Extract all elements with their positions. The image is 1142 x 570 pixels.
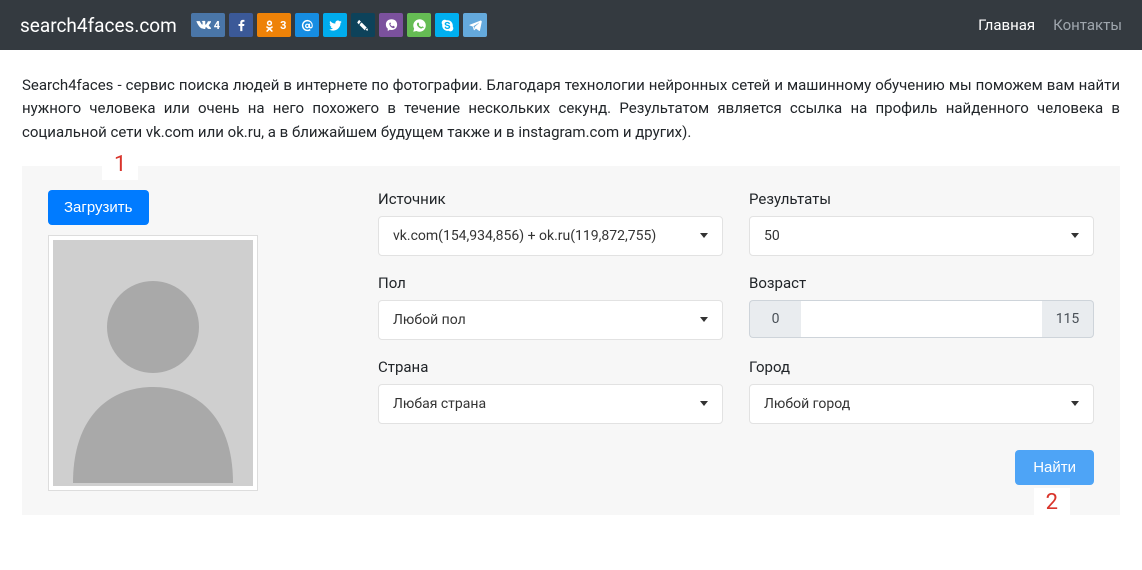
country-value: Любая страна bbox=[393, 396, 486, 412]
country-label: Страна bbox=[378, 358, 723, 376]
brand-logo[interactable]: search4faces.com bbox=[20, 14, 177, 37]
country-select[interactable]: Любая страна bbox=[378, 384, 723, 424]
vk-icon bbox=[196, 18, 211, 33]
social-share-row: 4 3 bbox=[191, 13, 488, 37]
field-source: Источник vk.com(154,934,856) + ok.ru(119… bbox=[378, 190, 723, 256]
share-whatsapp-button[interactable] bbox=[407, 13, 431, 37]
share-viber-button[interactable] bbox=[379, 13, 403, 37]
chevron-down-icon bbox=[700, 317, 708, 322]
age-slider-track[interactable] bbox=[801, 300, 1042, 338]
share-twitter-button[interactable] bbox=[323, 13, 347, 37]
person-silhouette-icon bbox=[53, 240, 253, 486]
upload-column: Загрузить bbox=[48, 190, 258, 491]
mailru-icon bbox=[300, 18, 315, 33]
gender-select[interactable]: Любой пол bbox=[378, 300, 723, 340]
gender-value: Любой пол bbox=[393, 312, 466, 328]
viber-icon bbox=[384, 18, 399, 33]
share-facebook-button[interactable] bbox=[229, 13, 253, 37]
field-results: Результаты 50 bbox=[749, 190, 1094, 256]
form-column: Источник vk.com(154,934,856) + ok.ru(119… bbox=[378, 190, 1094, 485]
facebook-icon bbox=[234, 18, 249, 33]
share-vk-button[interactable]: 4 bbox=[191, 13, 225, 37]
city-select[interactable]: Любой город bbox=[749, 384, 1094, 424]
field-age: Возраст 0 115 bbox=[749, 274, 1094, 340]
chevron-down-icon bbox=[1071, 401, 1079, 406]
chevron-down-icon bbox=[1071, 233, 1079, 238]
upload-button[interactable]: Загрузить bbox=[48, 190, 149, 225]
marker-2: 2 bbox=[1034, 488, 1070, 518]
source-value: vk.com(154,934,856) + ok.ru(119,872,755) bbox=[393, 228, 656, 244]
city-value: Любой город bbox=[764, 396, 850, 412]
results-value: 50 bbox=[764, 228, 780, 244]
city-label: Город bbox=[749, 358, 1094, 376]
ok-count: 3 bbox=[280, 19, 286, 32]
whatsapp-icon bbox=[412, 18, 427, 33]
share-mailru-button[interactable] bbox=[295, 13, 319, 37]
main-content: Search4faces - сервис поиска людей в инт… bbox=[0, 50, 1142, 515]
share-skype-button[interactable] bbox=[435, 13, 459, 37]
twitter-icon bbox=[328, 18, 343, 33]
results-select[interactable]: 50 bbox=[749, 216, 1094, 256]
nav-links: Главная Контакты bbox=[978, 16, 1122, 34]
nav-contacts[interactable]: Контакты bbox=[1053, 16, 1122, 34]
source-select[interactable]: vk.com(154,934,856) + ok.ru(119,872,755) bbox=[378, 216, 723, 256]
age-label: Возраст bbox=[749, 274, 1094, 292]
age-max: 115 bbox=[1042, 300, 1094, 338]
nav-home[interactable]: Главная bbox=[978, 16, 1035, 34]
source-label: Источник bbox=[378, 190, 723, 208]
share-telegram-button[interactable] bbox=[463, 13, 487, 37]
chevron-down-icon bbox=[700, 233, 708, 238]
skype-icon bbox=[440, 18, 455, 33]
age-min: 0 bbox=[749, 300, 801, 338]
intro-text: Search4faces - сервис поиска людей в инт… bbox=[22, 74, 1120, 144]
share-ok-button[interactable]: 3 bbox=[257, 13, 291, 37]
livejournal-icon bbox=[356, 18, 371, 33]
age-range-slider[interactable]: 0 115 bbox=[749, 300, 1094, 338]
results-label: Результаты bbox=[749, 190, 1094, 208]
vk-count: 4 bbox=[214, 19, 220, 32]
telegram-icon bbox=[468, 18, 483, 33]
find-button[interactable]: Найти bbox=[1015, 450, 1094, 485]
field-country: Страна Любая страна bbox=[378, 358, 723, 424]
gender-label: Пол bbox=[378, 274, 723, 292]
chevron-down-icon bbox=[700, 401, 708, 406]
share-livejournal-button[interactable] bbox=[351, 13, 375, 37]
field-gender: Пол Любой пол bbox=[378, 274, 723, 340]
marker-1: 1 bbox=[102, 150, 138, 180]
field-city: Город Любой город bbox=[749, 358, 1094, 424]
search-panel: 1 2 Загрузить Источник bbox=[22, 166, 1120, 515]
ok-icon bbox=[262, 18, 277, 33]
top-bar: search4faces.com 4 3 bbox=[0, 0, 1142, 50]
avatar-placeholder[interactable] bbox=[48, 235, 258, 491]
